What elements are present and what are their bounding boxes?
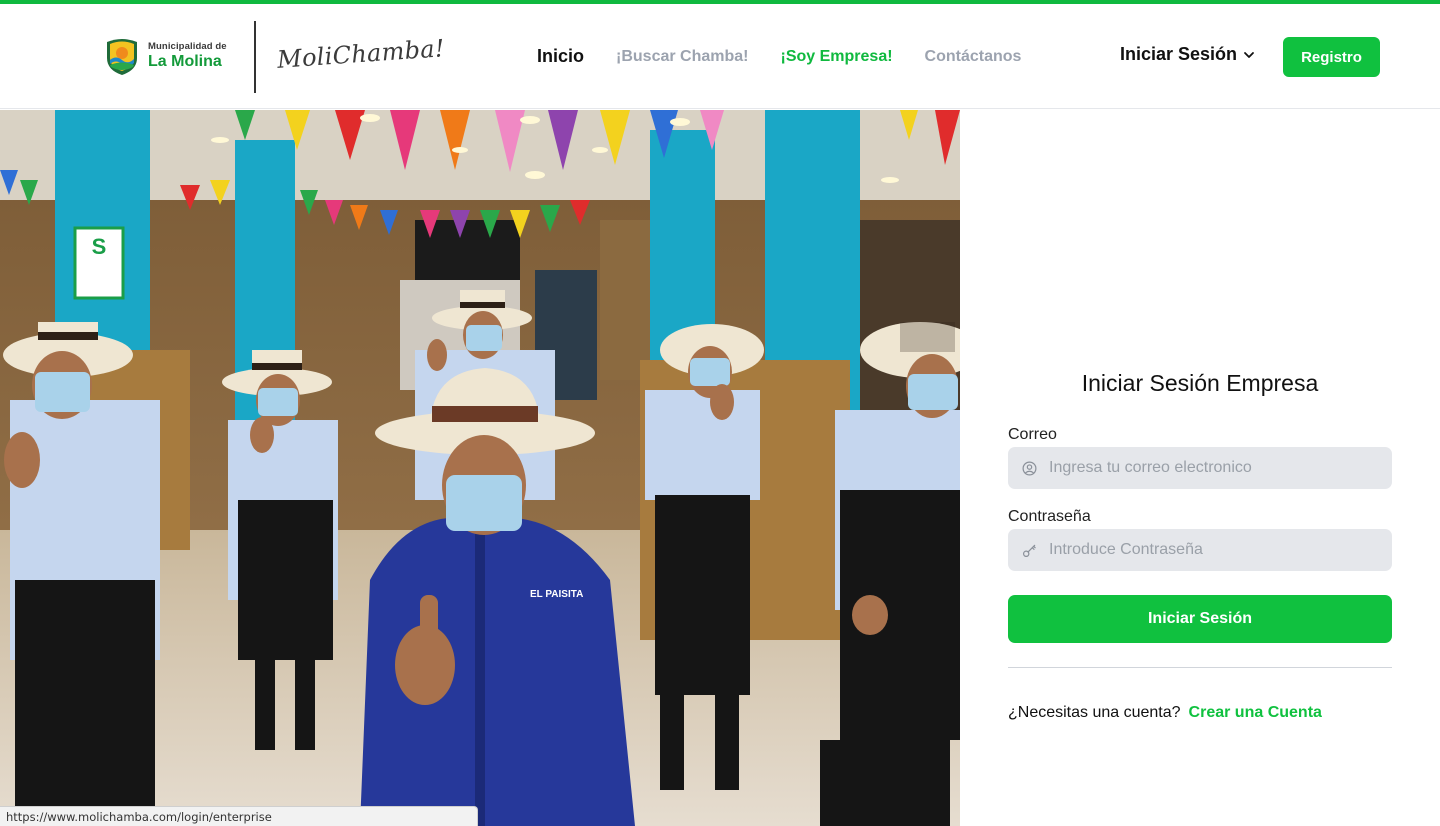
site-header: Municipalidad de La Molina MoliChamba! I…: [0, 4, 1440, 109]
need-account-text: ¿Necesitas una cuenta?: [1008, 704, 1181, 721]
create-account-link[interactable]: Crear una Cuenta: [1189, 704, 1322, 722]
nav-contactanos[interactable]: Contáctanos: [925, 48, 1022, 66]
divider: [1008, 667, 1392, 668]
password-input[interactable]: [1049, 541, 1379, 559]
nav-buscar-chamba[interactable]: ¡Buscar Chamba!: [616, 48, 748, 66]
login-submit-button[interactable]: Iniciar Sesión: [1008, 595, 1392, 643]
municipalidad-logo[interactable]: Municipalidad de La Molina: [104, 36, 227, 76]
user-circle-icon: [1022, 461, 1037, 475]
brand-logo[interactable]: MoliChamba!: [276, 34, 445, 74]
main-nav: Inicio ¡Buscar Chamba! ¡Soy Empresa! Con…: [537, 4, 1053, 109]
create-account-row: ¿Necesitas una cuenta? Crear una Cuenta: [1008, 704, 1322, 722]
email-input[interactable]: [1049, 459, 1379, 477]
nav-inicio[interactable]: Inicio: [537, 46, 584, 67]
svg-text:S: S: [92, 234, 107, 259]
chevron-down-icon: [1244, 51, 1254, 58]
login-panel: Iniciar Sesión Empresa Correo Contraseña…: [1008, 110, 1392, 826]
nav-soy-empresa[interactable]: ¡Soy Empresa!: [781, 48, 893, 66]
login-dropdown[interactable]: Iniciar Sesión: [1120, 44, 1255, 65]
password-field[interactable]: [1008, 529, 1392, 571]
form-title: Iniciar Sesión Empresa: [1081, 370, 1319, 396]
login-dropdown-label: Iniciar Sesión: [1120, 44, 1238, 64]
hero-photo: S EL PAISITA: [0, 110, 960, 826]
logo-line-2: La Molina: [148, 53, 222, 71]
key-icon: [1022, 544, 1036, 557]
email-field[interactable]: [1008, 447, 1392, 489]
svg-text:EL PAISITA: EL PAISITA: [530, 589, 583, 600]
logo-divider: [254, 21, 256, 93]
register-button[interactable]: Registro: [1283, 37, 1380, 77]
restaurant-staff-photo: S EL PAISITA: [0, 110, 960, 826]
password-label: Contraseña: [1008, 508, 1091, 525]
status-bar-url: https://www.molichamba.com/login/enterpr…: [0, 806, 478, 826]
email-label: Correo: [1008, 426, 1057, 443]
municipal-seal-icon: [107, 39, 137, 75]
logo-line-1: Municipalidad de: [148, 40, 227, 52]
